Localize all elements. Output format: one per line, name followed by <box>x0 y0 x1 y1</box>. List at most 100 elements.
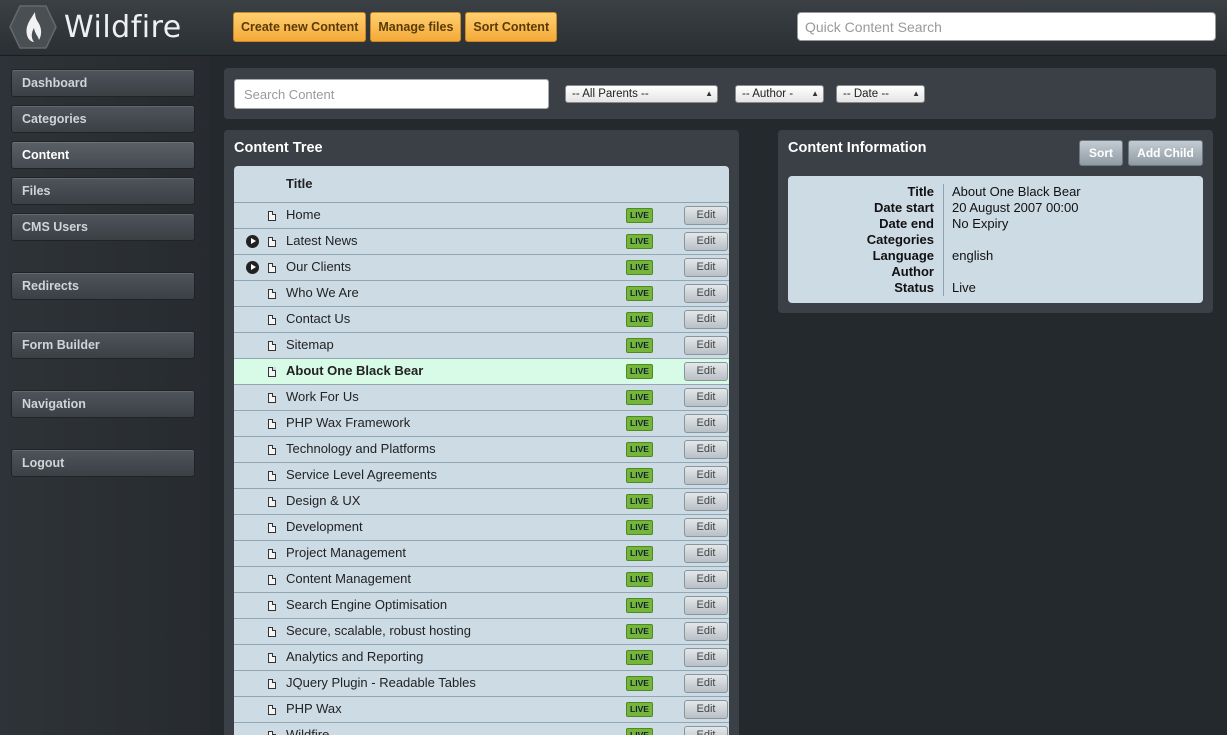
row-title[interactable]: Latest News <box>286 233 358 248</box>
quick-search-input[interactable] <box>797 12 1216 41</box>
select-arrows-icon: ▲ <box>811 89 819 98</box>
table-row[interactable]: Secure, scalable, robust hosting LIVE Edit <box>234 619 729 645</box>
edit-button[interactable]: Edit <box>684 544 728 563</box>
logo[interactable]: Wildfire <box>8 4 182 50</box>
create-content-button[interactable]: Create new Content <box>233 12 367 42</box>
row-title[interactable]: Analytics and Reporting <box>286 649 423 664</box>
table-row[interactable]: PHP Wax LIVE Edit <box>234 697 729 723</box>
sidebar-item-content[interactable]: Content <box>11 141 195 169</box>
sidebar-item-categories[interactable]: Categories <box>11 105 195 133</box>
table-row[interactable]: Contact Us LIVE Edit <box>234 307 729 333</box>
sort-button[interactable]: Sort <box>1079 140 1123 166</box>
row-title[interactable]: Our Clients <box>286 259 351 274</box>
row-title[interactable]: About One Black Bear <box>286 363 423 378</box>
edit-button[interactable]: Edit <box>684 336 728 355</box>
edit-button[interactable]: Edit <box>684 726 728 735</box>
row-title[interactable]: Secure, scalable, robust hosting <box>286 623 471 638</box>
table-row[interactable]: Project Management LIVE Edit <box>234 541 729 567</box>
edit-button[interactable]: Edit <box>684 258 728 277</box>
expand-arrow-icon[interactable] <box>246 235 259 248</box>
edit-button[interactable]: Edit <box>684 232 728 251</box>
table-row[interactable]: Development LIVE Edit <box>234 515 729 541</box>
sidebar-item-logout[interactable]: Logout <box>11 449 195 477</box>
author-select[interactable]: -- Author - ▲ <box>735 85 824 103</box>
info-label: Title <box>907 184 935 199</box>
expand-arrow-icon[interactable] <box>246 261 259 274</box>
table-row[interactable]: Latest News LIVE Edit <box>234 229 729 255</box>
row-title[interactable]: Service Level Agreements <box>286 467 437 482</box>
edit-button[interactable]: Edit <box>684 700 728 719</box>
page-icon <box>268 367 276 377</box>
table-row[interactable]: Search Engine Optimisation LIVE Edit <box>234 593 729 619</box>
row-title[interactable]: JQuery Plugin - Readable Tables <box>286 675 476 690</box>
info-label: Date end <box>879 216 934 231</box>
table-row[interactable]: JQuery Plugin - Readable Tables LIVE Edit <box>234 671 729 697</box>
edit-button[interactable]: Edit <box>684 674 728 693</box>
sidebar-item-cms-users[interactable]: CMS Users <box>11 213 195 241</box>
row-title[interactable]: Design & UX <box>286 493 360 508</box>
manage-files-button[interactable]: Manage files <box>370 12 462 42</box>
sidebar-item-navigation[interactable]: Navigation <box>11 390 195 418</box>
edit-button[interactable]: Edit <box>684 596 728 615</box>
edit-button[interactable]: Edit <box>684 414 728 433</box>
date-select[interactable]: -- Date -- ▲ <box>836 85 925 103</box>
row-title[interactable]: PHP Wax Framework <box>286 415 410 430</box>
edit-button[interactable]: Edit <box>684 518 728 537</box>
row-title[interactable]: Technology and Platforms <box>286 441 436 456</box>
content-tree-table: Title Home LIVE Edit Latest News LIVE Edit Our… <box>234 166 729 735</box>
live-status-badge: LIVE <box>626 546 653 561</box>
table-row[interactable]: Wildfire LIVE Edit <box>234 723 729 735</box>
table-row[interactable]: Our Clients LIVE Edit <box>234 255 729 281</box>
table-row[interactable]: Design & UX LIVE Edit <box>234 489 729 515</box>
row-title[interactable]: Who We Are <box>286 285 359 300</box>
row-title[interactable]: Wildfire <box>286 727 329 735</box>
edit-button[interactable]: Edit <box>684 440 728 459</box>
live-status-badge: LIVE <box>626 208 653 223</box>
sidebar-item-files[interactable]: Files <box>11 177 195 205</box>
table-row[interactable]: Analytics and Reporting LIVE Edit <box>234 645 729 671</box>
table-row[interactable]: Who We Are LIVE Edit <box>234 281 729 307</box>
table-row[interactable]: PHP Wax Framework LIVE Edit <box>234 411 729 437</box>
add-child-button[interactable]: Add Child <box>1128 140 1203 166</box>
edit-button[interactable]: Edit <box>684 622 728 641</box>
toolbar: Create new Content Manage files Sort Con… <box>233 12 558 42</box>
table-row[interactable]: Technology and Platforms LIVE Edit <box>234 437 729 463</box>
sidebar-item-redirects[interactable]: Redirects <box>11 272 195 300</box>
logo-text: Wildfire <box>64 9 182 45</box>
edit-button[interactable]: Edit <box>684 388 728 407</box>
sidebar-item-dashboard[interactable]: Dashboard <box>11 69 195 97</box>
table-row[interactable]: Service Level Agreements LIVE Edit <box>234 463 729 489</box>
edit-button[interactable]: Edit <box>684 648 728 667</box>
author-select-value: -- Author - <box>742 88 794 100</box>
table-row[interactable]: About One Black Bear LIVE Edit <box>234 359 729 385</box>
parent-select[interactable]: -- All Parents -- ▲ <box>565 85 718 103</box>
table-row[interactable]: Content Management LIVE Edit <box>234 567 729 593</box>
tree-header: Title <box>234 166 729 203</box>
edit-button[interactable]: Edit <box>684 362 728 381</box>
live-status-badge: LIVE <box>626 442 653 457</box>
row-title[interactable]: Contact Us <box>286 311 350 326</box>
table-row[interactable]: Home LIVE Edit <box>234 203 729 229</box>
row-title[interactable]: Development <box>286 519 363 534</box>
search-content-input[interactable] <box>234 79 549 109</box>
edit-button[interactable]: Edit <box>684 466 728 485</box>
table-row[interactable]: Sitemap LIVE Edit <box>234 333 729 359</box>
edit-button[interactable]: Edit <box>684 570 728 589</box>
row-title[interactable]: Home <box>286 207 321 222</box>
sidebar-item-form-builder[interactable]: Form Builder <box>11 331 195 359</box>
edit-button[interactable]: Edit <box>684 310 728 329</box>
row-title[interactable]: Search Engine Optimisation <box>286 597 447 612</box>
table-row[interactable]: Work For Us LIVE Edit <box>234 385 729 411</box>
sort-content-button[interactable]: Sort Content <box>465 12 558 42</box>
info-divider <box>943 184 944 296</box>
row-title[interactable]: Project Management <box>286 545 406 560</box>
row-title[interactable]: Sitemap <box>286 337 334 352</box>
filter-bar: -- All Parents -- ▲ -- Author - ▲ -- Dat… <box>224 68 1216 119</box>
row-title[interactable]: Work For Us <box>286 389 359 404</box>
info-value: english <box>952 248 994 263</box>
row-title[interactable]: PHP Wax <box>286 701 342 716</box>
edit-button[interactable]: Edit <box>684 206 728 225</box>
edit-button[interactable]: Edit <box>684 284 728 303</box>
row-title[interactable]: Content Management <box>286 571 411 586</box>
edit-button[interactable]: Edit <box>684 492 728 511</box>
